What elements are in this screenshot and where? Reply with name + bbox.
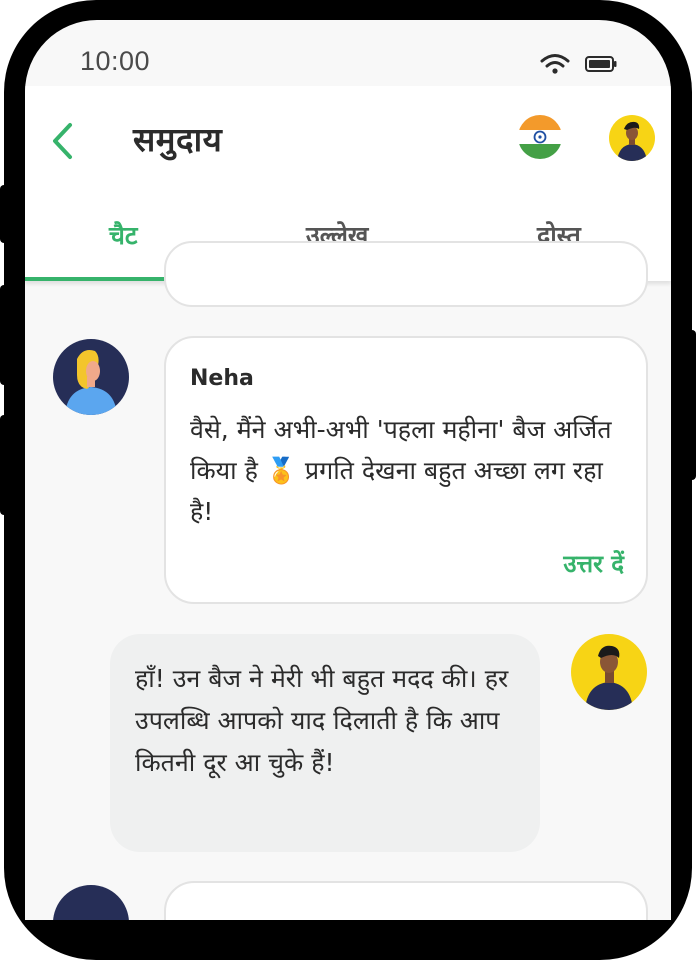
avatar [53, 885, 129, 920]
reply-button[interactable]: उत्तर दें [563, 547, 624, 580]
message-bubble-me: हाँ! उन बैज ने मेरी भी बहुत मदद की। हर उ… [110, 634, 540, 852]
sender-name: Neha [190, 366, 254, 391]
battery-icon [585, 56, 617, 72]
wifi-icon [540, 54, 570, 74]
message-bubble-neha: Neha वैसे, मैंने अभी-अभी 'पहला महीना' बै… [164, 336, 648, 604]
chat-feed[interactable]: Neha वैसे, मैंने अभी-अभी 'पहला महीना' बै… [25, 241, 671, 920]
my-avatar [571, 634, 647, 710]
status-bar: 10:00 [25, 20, 671, 86]
message-text: वैसे, मैंने अभी-अभी 'पहला महीना' बैज अर्… [190, 415, 612, 526]
status-time: 10:00 [80, 46, 151, 76]
side-button [0, 285, 10, 385]
phone-screen: 10:00 समुदाय चैट उल्लेख दोस्त Neha वैसे,… [25, 20, 671, 920]
india-flag-icon[interactable] [518, 115, 562, 159]
message-bubble [164, 241, 648, 307]
side-button [0, 185, 10, 243]
side-button [686, 330, 696, 480]
page-title: समुदाय [133, 120, 223, 159]
chevron-left-icon[interactable] [50, 122, 74, 160]
user-avatar-icon[interactable] [609, 115, 655, 161]
neha-avatar [53, 339, 129, 415]
side-button [0, 415, 10, 515]
message-text: हाँ! उन बैज ने मेरी भी बहुत मदद की। हर उ… [135, 664, 509, 777]
tab-chat[interactable]: चैट [109, 218, 137, 252]
